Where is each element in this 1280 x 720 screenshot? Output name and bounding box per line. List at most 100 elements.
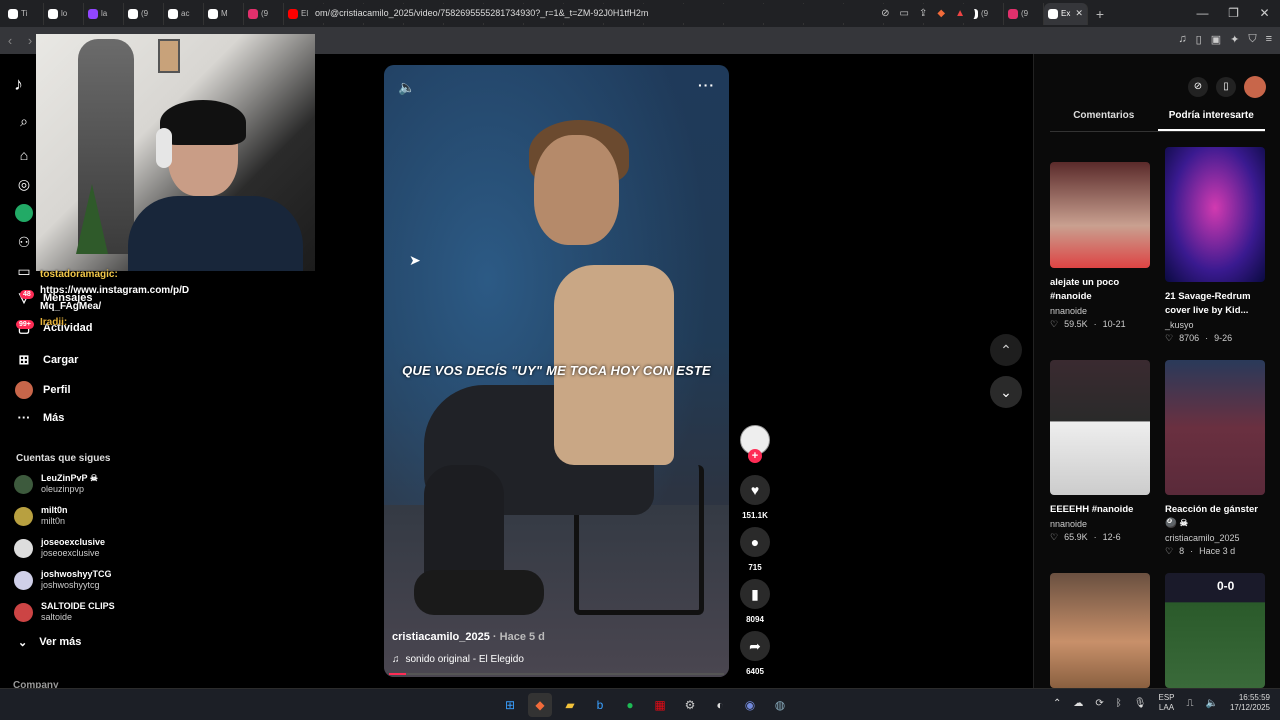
new-tab-button[interactable]: + <box>1088 6 1112 22</box>
no-audio-icon[interactable]: ⊘ <box>881 4 889 23</box>
menu-icon[interactable]: ≡ <box>1266 33 1272 46</box>
webcam-person <box>128 100 303 271</box>
close-window-icon[interactable]: ✕ <box>1249 0 1280 27</box>
volume-icon[interactable]: 🔈 <box>398 79 415 96</box>
account-handle: joshwoshyytcg <box>41 580 100 590</box>
explore-icon[interactable]: ◎ <box>15 175 33 193</box>
minimize-icon[interactable]: — <box>1187 0 1218 27</box>
tab-podria-interesarte[interactable]: Podría interesarte <box>1157 110 1265 131</box>
steam-icon[interactable]: ◍ <box>768 693 792 717</box>
video-thumbnail <box>1165 147 1265 282</box>
browser-tab[interactable]: (9 <box>1004 2 1044 25</box>
heart-outline-icon: ♡ <box>1165 333 1174 343</box>
brave-shield-icon[interactable]: ◆ <box>937 4 945 23</box>
chevron-down-icon: ⌄ <box>1000 383 1012 400</box>
card-stats: ♡ 8706 · 9-26 <box>1165 333 1265 344</box>
tv-icon[interactable]: ▭ <box>15 262 33 280</box>
compass-icon[interactable]: ⊘ <box>1188 77 1208 97</box>
wallet-icon[interactable]: ▣ <box>1211 33 1221 46</box>
share-icon[interactable]: ⇪ <box>919 4 927 23</box>
following-account[interactable]: LeuZinPvP ☠ oleuzinpvp <box>14 473 98 495</box>
share-button[interactable]: ➦ 6405 <box>740 631 770 676</box>
following-account[interactable]: SALTOIDE CLIPS saltoide <box>14 601 115 623</box>
browser-tab[interactable]: (9 <box>124 2 164 25</box>
recommended-video[interactable]: EEEEHH #nanoide nnanoide ♡ 65.9K · 12-6 <box>1050 360 1150 543</box>
media-icon[interactable]: ♫ <box>1178 33 1186 46</box>
video-music[interactable]: ♫ sonido original - El Elegido <box>392 654 524 665</box>
tab-comentarios[interactable]: Comentarios <box>1050 110 1158 131</box>
sync-icon[interactable]: ⟳ <box>1095 698 1103 709</box>
recommended-video[interactable] <box>1050 573 1150 688</box>
bookmark-icon: ▮ <box>740 579 770 609</box>
device-icon[interactable]: ▯ <box>1216 77 1236 97</box>
following-account[interactable]: joshwoshyyTCG joshwoshyytcg <box>14 569 112 591</box>
tab-favicon-icon <box>208 8 218 19</box>
live-icon[interactable] <box>15 204 33 222</box>
recommended-video[interactable]: alejate un poco #nanoide nnanoide ♡ 59.5K… <box>1050 162 1150 330</box>
back-icon[interactable]: ‹ <box>0 33 20 48</box>
browser-tab[interactable]: M <box>204 2 244 25</box>
browser-tab[interactable]: Ti <box>4 2 44 25</box>
netflix-icon[interactable]: ▦ <box>648 693 672 717</box>
brave-icon[interactable]: ◆ <box>528 693 552 717</box>
heart-icon: ♥ <box>740 475 770 505</box>
cast-icon[interactable]: ▭ <box>900 4 909 23</box>
clock-time: 16:55:59 <box>1238 693 1270 702</box>
restore-icon[interactable]: ❐ <box>1218 0 1249 27</box>
leo-icon[interactable]: ✦ <box>1230 33 1239 46</box>
discord-icon[interactable]: ◉ <box>738 693 762 717</box>
bing-icon[interactable]: b <box>588 693 612 717</box>
profile-avatar[interactable] <box>1244 76 1266 98</box>
url-field[interactable]: om/@cristiacamilo_2025/video/75826955552… <box>315 4 975 23</box>
search-icon[interactable]: ⌕ <box>15 112 33 130</box>
video-progress[interactable] <box>389 673 724 675</box>
ver-mas-button[interactable]: ⌄ Ver más <box>18 636 81 649</box>
video-author[interactable]: cristiacamilo_2025 · Hace 5 d <box>392 631 545 643</box>
network-icon[interactable]: ⎍ <box>1187 698 1194 709</box>
save-button[interactable]: ▮ 8094 <box>740 579 770 624</box>
nav-perfil[interactable]: Perfil <box>15 381 71 399</box>
browser-tab[interactable]: (9 <box>244 2 284 25</box>
like-button[interactable]: ♥ 151.1K <box>740 475 770 520</box>
bluetooth-icon[interactable]: ᛒ <box>1116 698 1122 709</box>
home-icon[interactable]: ⌂ <box>15 146 33 164</box>
recommended-video[interactable]: 0-0 <box>1165 573 1265 688</box>
more-options-icon[interactable]: ··· <box>698 77 715 93</box>
video-head <box>534 135 619 245</box>
tiktok-logo[interactable]: ♪ <box>14 74 23 95</box>
windows-start-icon[interactable]: ⊞ <box>498 693 522 717</box>
onedrive-icon[interactable]: ☁ <box>1073 698 1083 709</box>
browser-tab[interactable]: la <box>84 2 124 25</box>
recommended-video[interactable]: Reacción de gánster 🎱 ☠ cristiacamilo_20… <box>1165 360 1265 557</box>
clock[interactable]: 16:55:59 17/12/2025 <box>1230 693 1270 713</box>
settings-icon[interactable]: ⚙ <box>678 693 702 717</box>
follow-plus-icon[interactable]: + <box>748 449 762 463</box>
obs-icon[interactable]: ◐ <box>708 693 732 717</box>
following-account[interactable]: milt0n milt0n <box>14 505 68 527</box>
vpn-icon[interactable]: ⛉ <box>1248 33 1256 46</box>
next-video-button[interactable]: ⌄ <box>990 376 1022 408</box>
browser-tab[interactable]: lo <box>44 2 84 25</box>
dot: · <box>1205 333 1209 343</box>
close-tab-icon[interactable]: ✕ <box>1075 8 1083 19</box>
following-icon[interactable]: ⚇ <box>15 233 33 251</box>
speaker-icon[interactable]: 🔈 <box>1206 698 1218 709</box>
sidebar-icon[interactable]: ▯ <box>1196 33 1202 46</box>
previous-video-button[interactable]: ⌃ <box>990 334 1022 366</box>
video-player[interactable]: QUE VOS DECÍS "UY" ME TOCA HOY CON ESTE … <box>384 65 729 677</box>
nav-mas[interactable]: ··· Más <box>15 410 65 425</box>
browser-tab[interactable]: ac <box>164 2 204 25</box>
browser-tab[interactable]: Ex ✕ <box>1044 2 1088 25</box>
brave-rewards-icon[interactable]: ▲ <box>955 4 965 23</box>
recommended-video[interactable]: 21 Savage-Redrum cover live by Kid... _k… <box>1165 147 1265 344</box>
language-indicator[interactable]: ESP LAA <box>1158 693 1174 713</box>
microphone-icon[interactable]: 🎙 <box>1134 698 1147 709</box>
card-date: 9-26 <box>1214 333 1233 343</box>
file-explorer-icon[interactable]: ▰ <box>558 693 582 717</box>
nav-cargar[interactable]: ⊞ Cargar <box>15 352 79 368</box>
chat-message: Mq_FAgMea/ <box>40 301 102 312</box>
following-account[interactable]: joseoexclusive joseoexclusive <box>14 537 105 559</box>
chevron-up-icon[interactable]: ⌃ <box>1053 698 1061 709</box>
spotify-icon[interactable]: ● <box>618 693 642 717</box>
comment-button[interactable]: ● 715 <box>740 527 770 572</box>
